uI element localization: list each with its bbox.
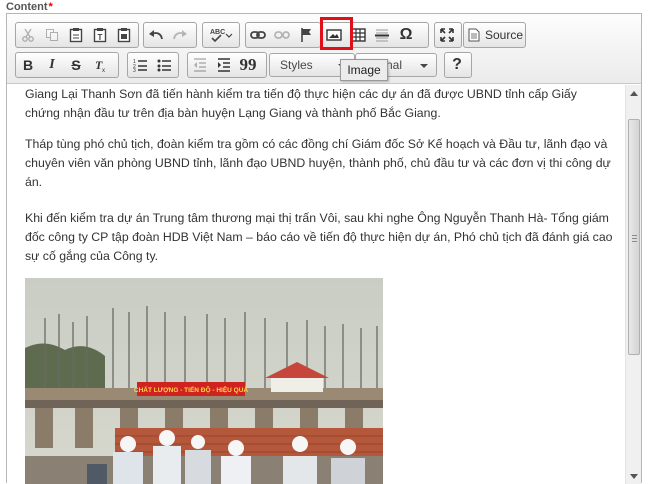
unlink-icon[interactable] — [270, 23, 294, 47]
scroll-up-icon[interactable] — [626, 85, 642, 101]
basicstyles-group: B I S Tx — [15, 52, 119, 78]
content-paragraph: Khi đến kiểm tra dự án Trung tâm thương … — [25, 211, 613, 263]
image-button-highlight — [320, 17, 353, 50]
indent-icon[interactable] — [212, 53, 236, 77]
svg-text:T: T — [98, 33, 103, 42]
spellcheck-group: ABC — [202, 22, 240, 48]
links-group — [245, 22, 321, 48]
remove-format-icon[interactable]: Tx — [88, 53, 112, 77]
article-photo[interactable]: CHẤT LƯỢNG - TIẾN ĐỘ - HIỆU QUẢ — [25, 278, 383, 484]
numbered-list-icon[interactable]: 123 — [128, 53, 152, 77]
help-label: ? — [452, 56, 462, 73]
paste-text-icon[interactable]: T — [88, 23, 112, 47]
svg-text:3: 3 — [133, 68, 136, 72]
source-group: Source — [463, 22, 526, 48]
strike-button[interactable]: S — [64, 53, 88, 77]
source-button[interactable]: Source — [464, 23, 530, 47]
clipboard-group: T — [15, 22, 139, 48]
undo-icon[interactable] — [144, 23, 168, 47]
source-label: Source — [485, 28, 524, 42]
blockquote-label: 99 — [239, 55, 257, 74]
paste-icon[interactable] — [64, 23, 88, 47]
maximize-icon[interactable] — [435, 23, 459, 47]
svg-text:x: x — [102, 68, 105, 73]
italic-button[interactable]: I — [40, 53, 64, 77]
lists-group: 123 — [127, 52, 179, 78]
tools-group — [434, 22, 462, 48]
copy-icon[interactable] — [40, 23, 64, 47]
bold-label: B — [22, 57, 34, 73]
content-scrollbar[interactable] — [625, 85, 641, 484]
anchor-icon[interactable] — [294, 23, 318, 47]
cut-icon[interactable] — [16, 23, 40, 47]
link-icon[interactable] — [246, 23, 270, 47]
image-tooltip: Image — [340, 59, 388, 81]
blockquote-button[interactable]: 99 — [236, 53, 260, 77]
editor-content-area[interactable]: Giang Lại Thanh Sơn đã tiến hành kiểm tr… — [7, 85, 625, 484]
spellcheck-icon[interactable]: ABC — [203, 23, 239, 47]
bold-button[interactable]: B — [16, 53, 40, 77]
history-group — [143, 22, 197, 48]
format-chevron-down-icon — [420, 64, 428, 68]
italic-label: I — [49, 57, 55, 72]
redo-icon[interactable] — [168, 23, 192, 47]
horizontal-line-icon[interactable] — [370, 23, 394, 47]
source-icon — [468, 28, 480, 42]
field-label-text: Content — [6, 1, 48, 13]
required-mark: * — [48, 1, 53, 13]
svg-text:ABC: ABC — [210, 29, 225, 36]
format-label: nal — [386, 58, 403, 72]
bulleted-list-icon[interactable] — [152, 53, 176, 77]
paste-word-icon[interactable] — [112, 23, 136, 47]
styles-label: Styles — [280, 58, 313, 72]
editor-toolbar: T ABC Ω Source B I S T x 1 2 3 99 Styles… — [7, 14, 641, 84]
scroll-grip-icon — [632, 235, 637, 242]
content-paragraph: Tháp tùng phó chủ tịch, đoàn kiểm tra gồ… — [25, 137, 611, 189]
scroll-down-icon[interactable] — [626, 468, 642, 484]
help-group: ? — [444, 52, 472, 78]
scrollbar-thumb[interactable] — [628, 119, 640, 355]
content-paragraph: Giang Lại Thanh Sơn đã tiến hành kiểm tr… — [25, 87, 577, 120]
special-char-icon[interactable]: Ω — [394, 23, 418, 47]
help-button[interactable]: ? — [445, 53, 469, 77]
indent-group: 99 — [187, 52, 267, 78]
construction-site-image: CHẤT LƯỢNG - TIẾN ĐỘ - HIỆU QUẢ — [25, 278, 383, 484]
rich-text-editor: T ABC Ω Source B I S T x 1 2 3 99 Styles… — [6, 13, 642, 484]
outdent-icon[interactable] — [188, 53, 212, 77]
content-field-label: Content* — [6, 1, 53, 13]
strike-label: S — [71, 57, 81, 73]
